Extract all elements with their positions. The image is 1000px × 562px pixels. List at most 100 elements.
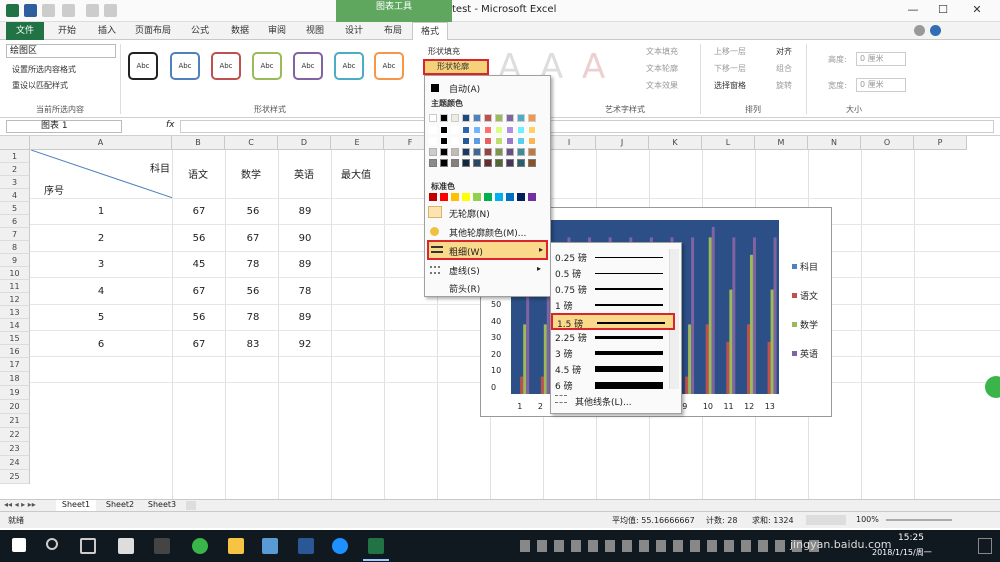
row-header-6[interactable]: 6 bbox=[0, 215, 30, 228]
browser-icon[interactable] bbox=[192, 538, 208, 554]
row-header-9[interactable]: 9 bbox=[0, 254, 30, 267]
media-player-icon[interactable] bbox=[332, 538, 348, 554]
column-header-N[interactable]: N bbox=[808, 136, 861, 150]
theme-shade-swatch[interactable] bbox=[495, 126, 503, 134]
column-header-A[interactable]: A bbox=[30, 136, 172, 150]
row-header-19[interactable]: 19 bbox=[0, 386, 30, 400]
shape-style-5[interactable]: Abc bbox=[293, 52, 323, 80]
print-preview-icon[interactable] bbox=[86, 4, 99, 17]
notification-icon[interactable] bbox=[978, 538, 992, 554]
theme-shade-swatch[interactable] bbox=[462, 148, 470, 156]
weight-option[interactable]: 2.25 磅 bbox=[551, 329, 675, 346]
shape-style-6[interactable]: Abc bbox=[334, 52, 364, 80]
weight-option[interactable]: 4.5 磅 bbox=[551, 361, 675, 378]
theme-color-swatch[interactable] bbox=[440, 114, 448, 122]
theme-color-swatch[interactable] bbox=[495, 114, 503, 122]
clock-time[interactable]: 15:25 bbox=[898, 533, 924, 543]
zoom-level[interactable]: 100% bbox=[856, 515, 879, 524]
column-header-K[interactable]: K bbox=[649, 136, 702, 150]
theme-shade-swatch[interactable] bbox=[495, 148, 503, 156]
menu-item-weight[interactable]: 粗细(W) ▸ bbox=[427, 240, 548, 260]
row-header-3[interactable]: 3 bbox=[0, 176, 30, 189]
column-header-B[interactable]: B bbox=[172, 136, 225, 150]
theme-shade-swatch[interactable] bbox=[440, 137, 448, 145]
theme-shade-swatch[interactable] bbox=[528, 159, 536, 167]
standard-color-swatch[interactable] bbox=[484, 193, 492, 201]
tab-file[interactable]: 文件 bbox=[6, 22, 44, 40]
tab-layout[interactable]: 布局 bbox=[376, 22, 410, 40]
theme-color-swatch[interactable] bbox=[429, 114, 437, 122]
group-button[interactable]: 组合 bbox=[776, 63, 792, 74]
shape-fill-button[interactable]: 形状填充 bbox=[428, 46, 460, 57]
row-header-25[interactable]: 25 bbox=[0, 470, 30, 484]
theme-shade-swatch[interactable] bbox=[484, 159, 492, 167]
weight-option[interactable]: 3 磅 bbox=[551, 345, 675, 362]
theme-shade-swatch[interactable] bbox=[528, 126, 536, 134]
tab-format[interactable]: 格式 bbox=[412, 22, 448, 40]
tab-insert[interactable]: 插入 bbox=[88, 22, 126, 40]
theme-shade-swatch[interactable] bbox=[506, 148, 514, 156]
close-button[interactable]: ✕ bbox=[962, 3, 992, 19]
sheet-tab-3[interactable]: Sheet3 bbox=[142, 500, 182, 511]
row-header-11[interactable]: 11 bbox=[0, 280, 30, 293]
theme-shade-swatch[interactable] bbox=[429, 137, 437, 145]
theme-shade-swatch[interactable] bbox=[517, 148, 525, 156]
theme-color-swatch[interactable] bbox=[517, 114, 525, 122]
reset-style-button[interactable]: 重设以匹配样式 bbox=[12, 80, 68, 91]
standard-color-swatch[interactable] bbox=[506, 193, 514, 201]
theme-shade-swatch[interactable] bbox=[451, 137, 459, 145]
fx-icon[interactable]: fx bbox=[166, 120, 175, 130]
weight-option[interactable]: 0.25 磅 bbox=[551, 249, 675, 266]
theme-shade-swatch[interactable] bbox=[495, 159, 503, 167]
standard-color-swatch[interactable] bbox=[429, 193, 437, 201]
theme-shade-swatch[interactable] bbox=[440, 159, 448, 167]
standard-color-swatch[interactable] bbox=[517, 193, 525, 201]
redo-icon[interactable] bbox=[62, 4, 75, 17]
theme-shade-swatch[interactable] bbox=[462, 126, 470, 134]
theme-shade-swatch[interactable] bbox=[506, 126, 514, 134]
theme-color-swatch[interactable] bbox=[506, 114, 514, 122]
app-icon-1[interactable] bbox=[118, 538, 134, 554]
row-header-12[interactable]: 12 bbox=[0, 293, 30, 306]
shape-style-1[interactable]: Abc bbox=[128, 52, 158, 80]
rotate-button[interactable]: 旋转 bbox=[776, 80, 792, 91]
theme-shade-swatch[interactable] bbox=[517, 159, 525, 167]
theme-shade-swatch[interactable] bbox=[528, 148, 536, 156]
tab-review[interactable]: 审阅 bbox=[260, 22, 294, 40]
new-sheet-icon[interactable] bbox=[186, 501, 196, 510]
text-fill-button[interactable]: 文本填充 bbox=[646, 46, 678, 57]
chart-element-select[interactable]: 绘图区 bbox=[6, 44, 116, 58]
row-header-23[interactable]: 23 bbox=[0, 442, 30, 456]
shape-style-4[interactable]: Abc bbox=[252, 52, 282, 80]
start-icon[interactable] bbox=[12, 538, 26, 552]
shape-style-7[interactable]: Abc bbox=[374, 52, 404, 80]
align-button[interactable]: 对齐 bbox=[776, 46, 792, 57]
system-tray-icons[interactable] bbox=[520, 540, 820, 552]
selection-pane-button[interactable]: 选择窗格 bbox=[714, 80, 746, 91]
ribbon-collapse-icon[interactable] bbox=[914, 25, 925, 36]
row-header-21[interactable]: 21 bbox=[0, 414, 30, 428]
theme-shade-swatch[interactable] bbox=[484, 148, 492, 156]
tab-page-layout[interactable]: 页面布局 bbox=[128, 22, 178, 40]
wordart-style-3[interactable]: A bbox=[582, 50, 605, 84]
theme-shade-swatch[interactable] bbox=[495, 137, 503, 145]
minimize-button[interactable]: — bbox=[898, 3, 928, 19]
menu-item-more-lines[interactable]: 其他线条(L)... bbox=[575, 395, 632, 408]
row-header-10[interactable]: 10 bbox=[0, 267, 30, 280]
width-input[interactable]: 0 厘米 bbox=[856, 78, 906, 92]
row-header-8[interactable]: 8 bbox=[0, 241, 30, 254]
column-header-D[interactable]: D bbox=[278, 136, 331, 150]
standard-color-swatch[interactable] bbox=[495, 193, 503, 201]
tab-view[interactable]: 视图 bbox=[298, 22, 332, 40]
menu-item-dashes[interactable]: 虚线(S) bbox=[449, 264, 480, 277]
theme-shade-swatch[interactable] bbox=[429, 159, 437, 167]
theme-color-swatch[interactable] bbox=[451, 114, 459, 122]
weight-option[interactable]: 0.75 磅 bbox=[551, 281, 675, 298]
theme-shade-swatch[interactable] bbox=[429, 126, 437, 134]
row-header-14[interactable]: 14 bbox=[0, 319, 30, 332]
theme-shade-swatch[interactable] bbox=[462, 137, 470, 145]
standard-color-swatch[interactable] bbox=[451, 193, 459, 201]
row-header-2[interactable]: 2 bbox=[0, 163, 30, 176]
theme-color-swatch[interactable] bbox=[484, 114, 492, 122]
formula-input[interactable] bbox=[180, 120, 994, 133]
